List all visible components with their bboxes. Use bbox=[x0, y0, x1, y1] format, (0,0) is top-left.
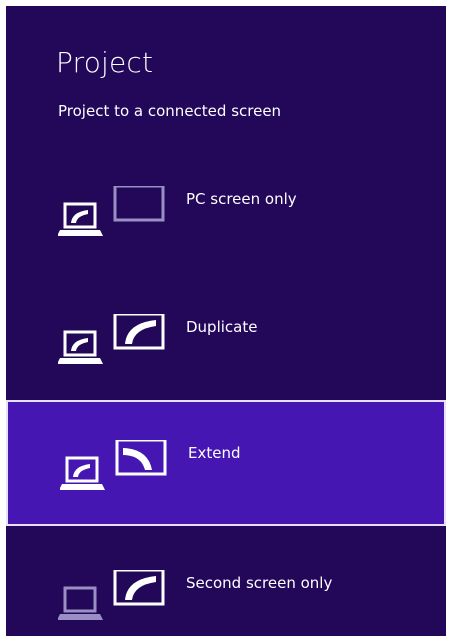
panel-subtitle: Project to a connected screen bbox=[58, 102, 282, 120]
panel-title: Project bbox=[56, 46, 154, 79]
option-label-duplicate: Duplicate bbox=[186, 318, 258, 336]
option-label-second-screen-only: Second screen only bbox=[186, 574, 333, 592]
option-label-extend: Extend bbox=[188, 444, 241, 462]
extend-icon bbox=[60, 440, 167, 490]
second-screen-only-icon bbox=[58, 570, 165, 620]
option-pc-screen-only[interactable]: PC screen only bbox=[6, 146, 446, 272]
option-label-pc-screen-only: PC screen only bbox=[186, 190, 297, 208]
option-second-screen-only[interactable]: Second screen only bbox=[6, 530, 446, 636]
duplicate-icon bbox=[58, 314, 165, 364]
option-duplicate[interactable]: Duplicate bbox=[6, 274, 446, 400]
project-panel: Project Project to a connected screen PC… bbox=[6, 6, 446, 636]
option-extend[interactable]: Extend bbox=[6, 400, 446, 526]
pc-screen-only-icon bbox=[58, 186, 165, 236]
